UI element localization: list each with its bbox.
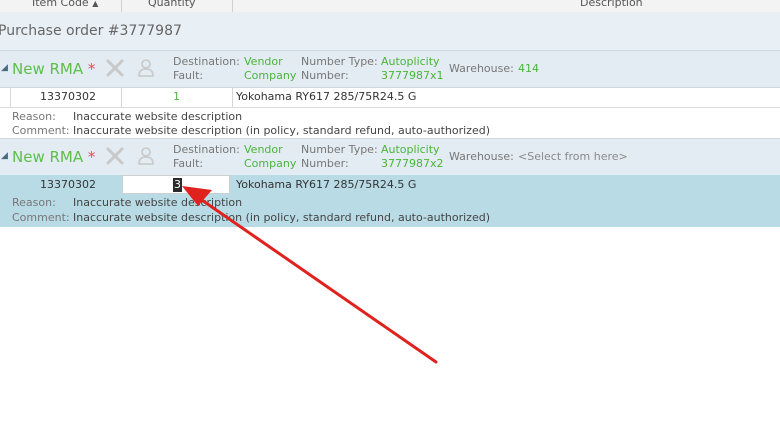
user-icon[interactable]: [136, 146, 156, 166]
number-value[interactable]: 3777987x2: [381, 157, 444, 171]
comment-value: Inaccurate website description (in polic…: [73, 211, 491, 224]
delete-icon[interactable]: [106, 59, 124, 77]
number-label: Number:: [301, 69, 349, 82]
rma-title[interactable]: New RMA *: [12, 60, 95, 78]
fault-label: Fault:: [173, 157, 204, 170]
item-code-cell: 13370302: [40, 178, 96, 191]
rma-header: ◢ New RMA * Destination: Fault: Vendor C…: [0, 50, 780, 88]
comment-label: Comment:: [12, 211, 70, 224]
warehouse-value[interactable]: 414: [518, 62, 539, 76]
description-cell: Yokohama RY617 285/75R24.5 G: [236, 178, 417, 191]
sort-ascending-icon: ▲: [92, 0, 99, 8]
required-mark: *: [87, 148, 96, 166]
destination-value[interactable]: Vendor: [244, 143, 283, 157]
reason-label: Reason:: [12, 196, 56, 209]
column-divider: [232, 0, 233, 12]
quantity-input-value: 3: [173, 178, 182, 192]
rma-title[interactable]: New RMA *: [12, 148, 95, 166]
required-mark: *: [87, 60, 96, 78]
column-divider: [121, 87, 122, 107]
reason-value: Inaccurate website description: [73, 110, 243, 123]
fault-value[interactable]: Company: [244, 157, 296, 171]
fault-label: Fault:: [173, 69, 204, 82]
quantity-input[interactable]: 3: [122, 175, 230, 194]
reason-value: Inaccurate website description: [73, 196, 243, 209]
delete-icon[interactable]: [106, 147, 124, 165]
warehouse-label: Warehouse:: [449, 62, 514, 75]
warehouse-select[interactable]: <Select from here>: [518, 150, 628, 164]
column-header-description[interactable]: Description: [580, 0, 643, 12]
warehouse-label: Warehouse:: [449, 150, 514, 163]
number-type-label: Number Type:: [301, 55, 378, 68]
column-divider: [232, 87, 233, 107]
collapse-caret-icon[interactable]: ◢: [1, 63, 8, 73]
comment-label: Comment:: [12, 124, 70, 137]
number-type-value[interactable]: Autoplicity: [381, 143, 440, 157]
destination-label: Destination:: [173, 55, 240, 68]
comment-value: Inaccurate website description (in polic…: [73, 124, 491, 137]
column-divider: [10, 87, 11, 107]
reason-label: Reason:: [12, 110, 56, 123]
fault-value[interactable]: Company: [244, 69, 296, 83]
user-icon[interactable]: [136, 58, 156, 78]
number-type-value[interactable]: Autoplicity: [381, 55, 440, 69]
number-type-label: Number Type:: [301, 143, 378, 156]
column-header-item-code[interactable]: Item Code ▲: [32, 0, 98, 12]
destination-label: Destination:: [173, 143, 240, 156]
table-row[interactable]: 13370302 1 Yokohama RY617 285/75R24.5 G: [0, 87, 780, 108]
rma-header: ◢ New RMA * Destination: Fault: Vendor C…: [0, 138, 780, 176]
collapse-caret-icon[interactable]: ◢: [1, 151, 8, 161]
rma-details: Reason: Inaccurate website description C…: [0, 195, 780, 227]
number-value[interactable]: 3777987x1: [381, 69, 444, 83]
quantity-cell[interactable]: 1: [173, 87, 180, 107]
destination-value[interactable]: Vendor: [244, 55, 283, 69]
purchase-order-title: Purchase order #3777987: [0, 23, 182, 39]
item-code-cell: 13370302: [40, 90, 96, 103]
column-divider: [121, 0, 122, 12]
rma-details: Reason: Inaccurate website description C…: [0, 108, 780, 140]
description-cell: Yokohama RY617 285/75R24.5 G: [236, 90, 417, 103]
table-row-selected[interactable]: 13370302 3 Yokohama RY617 285/75R24.5 G: [0, 175, 780, 196]
column-header-quantity[interactable]: Quantity: [148, 0, 196, 12]
number-label: Number:: [301, 157, 349, 170]
